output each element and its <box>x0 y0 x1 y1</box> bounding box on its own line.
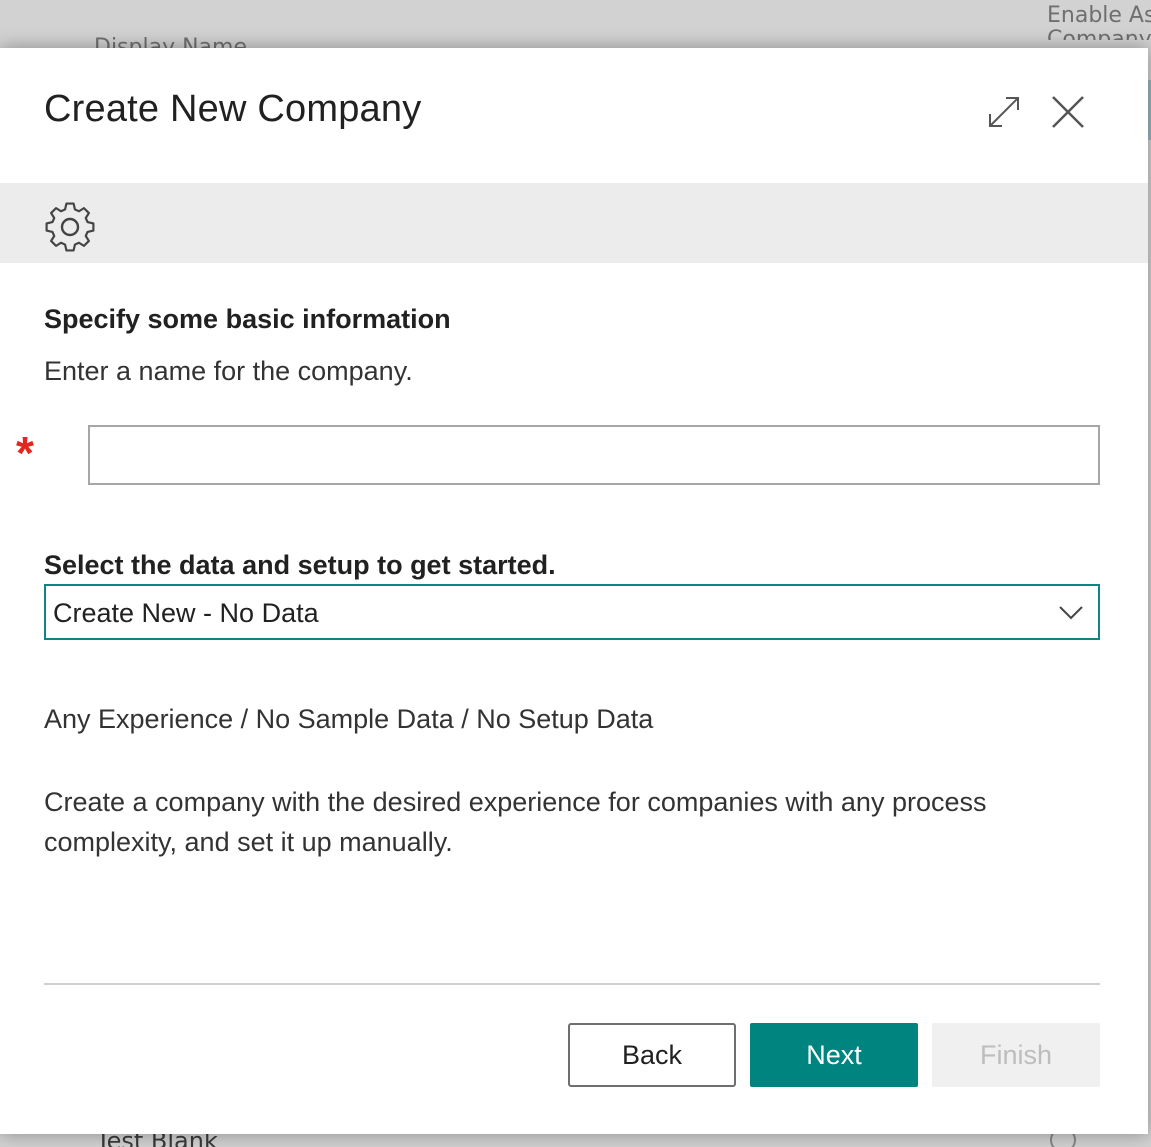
gear-icon <box>45 202 95 252</box>
background-display-name-header: Display Name <box>94 35 247 48</box>
setup-summary: Any Experience / No Sample Data / No Set… <box>44 704 654 734</box>
close-icon <box>1052 96 1084 128</box>
data-setup-dropdown[interactable]: Create New - No Data <box>44 584 1100 640</box>
dropdown-selected-value: Create New - No Data <box>53 598 319 628</box>
data-setup-label: Select the data and setup to get started… <box>44 550 556 580</box>
dialog-toolbar <box>0 183 1148 263</box>
close-button[interactable] <box>1048 92 1088 132</box>
chevron-down-icon <box>1059 606 1083 620</box>
dialog-title: Create New Company <box>44 88 422 130</box>
background-column-header-line2: Company <box>1047 27 1151 40</box>
expand-icon <box>989 97 1019 127</box>
section-heading: Specify some basic information <box>44 304 451 334</box>
background-column-header-line1: Enable As <box>1047 3 1151 28</box>
settings-button[interactable] <box>42 197 98 253</box>
name-instruction: Enter a name for the company. <box>44 356 413 386</box>
finish-button[interactable]: Finish <box>932 1023 1100 1087</box>
back-button[interactable]: Back <box>568 1023 736 1087</box>
required-indicator: * <box>16 427 34 479</box>
create-company-dialog: Create New Company Specify some basic in… <box>0 48 1148 1134</box>
expand-button[interactable] <box>984 92 1024 132</box>
next-button[interactable]: Next <box>750 1023 918 1087</box>
footer-divider <box>44 983 1100 985</box>
setup-description: Create a company with the desired experi… <box>44 787 987 857</box>
background-column-header: Enable As Company <box>1047 2 1151 40</box>
company-name-input[interactable] <box>88 425 1100 485</box>
